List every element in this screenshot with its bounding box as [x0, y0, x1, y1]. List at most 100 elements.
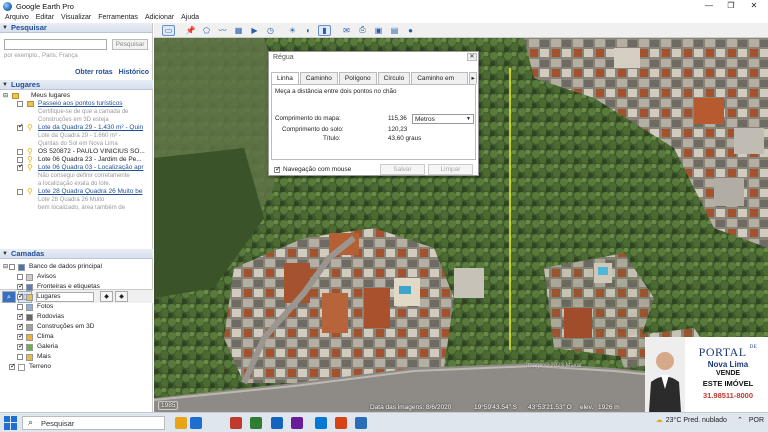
checkbox[interactable] — [274, 165, 281, 173]
layer-item[interactable]: Avisos — [0, 272, 153, 282]
layer-label[interactable]: Lugares — [37, 292, 61, 302]
layer-item[interactable]: Fronteiras e etiquetas — [0, 282, 153, 292]
sunlight-icon[interactable]: ☀ — [286, 25, 299, 36]
menu-adicionar[interactable]: Adicionar — [145, 14, 174, 21]
place-item[interactable]: ⚲ Lote 06 Quadra 03 - Localização apr — [0, 163, 153, 172]
ruler-close-icon[interactable]: ✕ — [467, 53, 477, 61]
placemark-icon[interactable]: 📌 — [184, 25, 197, 36]
taskbar-search[interactable]: ⌕ Pesquisar — [22, 416, 165, 430]
layer-checkbox[interactable] — [9, 362, 16, 372]
office-icon[interactable] — [335, 417, 347, 429]
layer-checkbox[interactable] — [17, 332, 24, 342]
tab-caminho[interactable]: Caminho — [299, 72, 338, 84]
place-item[interactable]: ⚲ Lote da Quadra 29 - 1.430 m² - Quin — [0, 123, 153, 132]
history-link[interactable]: Histórico — [119, 69, 149, 76]
save-button[interactable]: Salvar — [380, 164, 425, 175]
layer-label[interactable]: Rodovias — [37, 312, 64, 322]
unit-select[interactable]: Metros ▼ — [412, 114, 474, 124]
place-label[interactable]: Passeio aos pontos turísticos — [38, 100, 123, 108]
layer-checkbox[interactable] — [17, 342, 24, 352]
layer-item[interactable]: Lugares — [0, 292, 153, 302]
layer-label[interactable]: Avisos — [37, 272, 56, 282]
layer-label[interactable]: Fronteiras e etiquetas — [37, 282, 100, 292]
planets-icon[interactable]: ◐ — [302, 25, 315, 36]
place-label[interactable]: Lote 06 Quadra 03 - Localização apr — [38, 164, 144, 172]
menu-editar[interactable]: Editar — [36, 14, 54, 21]
place-label[interactable]: Lote 06 Quadra 23 - Jardim de Pe... — [38, 156, 142, 164]
tab-caminho-3d[interactable]: Caminho em 3D — [411, 72, 469, 93]
place-checkbox[interactable] — [17, 149, 23, 155]
layer-item[interactable]: Fotos — [0, 302, 153, 312]
layer-checkbox[interactable] — [17, 292, 24, 302]
layer-checkbox[interactable] — [9, 264, 15, 270]
minimize-button[interactable]: — — [697, 0, 721, 12]
layer-checkbox[interactable] — [17, 312, 24, 322]
layer-label[interactable]: Clima — [37, 332, 54, 342]
places-header[interactable]: ▼ Lugares — [0, 80, 153, 90]
place-label[interactable]: OS 520872 - PAULO VINICIUS SO... — [38, 148, 145, 156]
place-checkbox[interactable] — [17, 123, 24, 131]
mouse-navigation-checkbox[interactable]: Navegação com mouse — [274, 165, 351, 173]
layer-item[interactable]: ⊟ Banco de dados principal — [0, 262, 153, 272]
save-image-icon[interactable]: ▣ — [372, 25, 385, 36]
sidebar-toggle-icon[interactable]: ▭ — [162, 24, 175, 36]
menu-ferramentas[interactable]: Ferramentas — [98, 14, 138, 21]
earth-icon[interactable]: ● — [404, 25, 417, 36]
store-icon[interactable] — [190, 417, 202, 429]
layer-item[interactable]: Terreno — [0, 362, 153, 372]
language-indicator[interactable]: POR — [749, 417, 764, 424]
historical-imagery-icon[interactable]: ◷ — [264, 25, 277, 36]
menu-ajuda[interactable]: Ajuda — [181, 14, 199, 21]
layer-item[interactable]: Galeria — [0, 342, 153, 352]
layer-checkbox[interactable] — [17, 322, 24, 332]
weather-text[interactable]: 23°C Pred. nublado — [666, 417, 727, 424]
print-icon[interactable]: ⎙ — [356, 25, 369, 36]
place-checkbox[interactable] — [17, 189, 23, 195]
layers-header[interactable]: ▼ Camadas — [0, 249, 153, 259]
places-root[interactable]: ⊟ Meus lugares — [0, 92, 153, 100]
expand-minus-icon[interactable]: ⊟ — [3, 92, 8, 100]
place-item[interactable]: ⚲ OS 520872 - PAULO VINICIUS SO... — [0, 148, 153, 156]
google-earth-taskbar-icon[interactable] — [355, 417, 367, 429]
layer-label[interactable]: Construções em 3D — [37, 322, 94, 332]
place-item[interactable]: ⚲ Lote 28 Quadra Quadra 26 Muito be — [0, 188, 153, 196]
tray-arrow-icon[interactable]: ⌃ — [737, 416, 743, 424]
place-label[interactable]: Lote 28 Quadra Quadra 26 Muito be — [38, 188, 142, 196]
pdf-reader-icon[interactable] — [230, 417, 242, 429]
place-checkbox[interactable] — [17, 101, 23, 107]
spreadsheet-icon[interactable] — [250, 417, 262, 429]
path-icon[interactable]: 〰 — [216, 25, 229, 36]
windows-start-icon[interactable] — [4, 415, 18, 430]
layer-item[interactable]: Rodovias — [0, 312, 153, 322]
file-explorer-icon[interactable] — [175, 417, 187, 429]
layer-item[interactable]: Clima — [0, 332, 153, 342]
search-button[interactable]: Pesquisar — [112, 39, 148, 50]
historical-year-label[interactable]: 1985 — [158, 401, 179, 410]
close-button[interactable]: ✕ — [742, 0, 766, 12]
expand-minus-icon[interactable]: ⊟ — [3, 262, 8, 272]
search-input[interactable] — [4, 39, 108, 50]
ruler-tool-icon[interactable]: ▮ — [318, 24, 331, 36]
tab-circulo[interactable]: Círculo — [377, 72, 411, 84]
email-icon[interactable]: ✉ — [340, 25, 353, 36]
record-tour-icon[interactable]: ▶ — [248, 25, 261, 36]
layer-checkbox[interactable] — [17, 304, 23, 310]
word-icon[interactable] — [271, 417, 283, 429]
layer-checkbox[interactable] — [17, 354, 23, 360]
tab-scroll-right-icon[interactable]: ▸ — [469, 72, 477, 84]
layer-label[interactable]: Fotos — [37, 302, 53, 312]
media-icon[interactable] — [291, 417, 303, 429]
layer-checkbox[interactable] — [17, 282, 24, 292]
layer-item[interactable]: Construções em 3D — [0, 322, 153, 332]
layer-label[interactable]: Galeria — [37, 342, 58, 352]
menu-arquivo[interactable]: Arquivo — [5, 14, 29, 21]
clear-button[interactable]: Limpar — [428, 164, 473, 175]
place-label[interactable]: Lote da Quadra 29 - 1.430 m² - Quin — [38, 124, 143, 132]
get-directions-link[interactable]: Obter rotas — [75, 69, 113, 76]
layer-label[interactable]: Banco de dados principal — [29, 262, 102, 272]
overlay-icon[interactable]: ▦ — [232, 25, 245, 36]
layer-checkbox[interactable] — [17, 274, 23, 280]
place-item[interactable]: Passeio aos pontos turísticos — [0, 100, 153, 108]
maximize-button[interactable]: ❐ — [719, 0, 743, 12]
tab-poligono[interactable]: Polígono — [338, 72, 377, 84]
